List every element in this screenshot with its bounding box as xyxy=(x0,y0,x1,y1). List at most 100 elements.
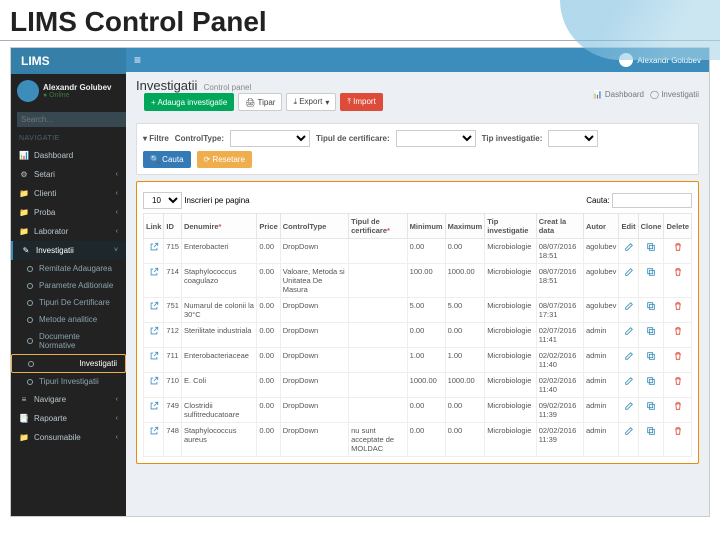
row-clone-button[interactable] xyxy=(638,398,664,423)
row-link-button[interactable] xyxy=(144,398,164,423)
cell-price: 0.00 xyxy=(257,348,280,373)
row-delete-button[interactable] xyxy=(664,239,692,264)
row-link-button[interactable] xyxy=(144,298,164,323)
data-table: Link ID Denumire* Price ControlType Tipu… xyxy=(143,213,692,457)
sidebar-item[interactable]: 📁Consumabile‹ xyxy=(11,428,126,447)
row-delete-button[interactable] xyxy=(664,423,692,457)
row-edit-button[interactable] xyxy=(619,239,638,264)
col-link[interactable]: Link xyxy=(144,214,164,239)
col-denumire[interactable]: Denumire* xyxy=(181,214,256,239)
sidebar-item[interactable]: 📁Clienti‹ xyxy=(11,184,126,203)
row-edit-button[interactable] xyxy=(619,423,638,457)
user-name: Alexandr Golubev xyxy=(43,83,111,92)
nav-icon: 📑 xyxy=(19,414,29,423)
sidebar-item-label: Laborator xyxy=(34,227,68,236)
cell-min: 0.00 xyxy=(407,323,445,348)
sidebar-item[interactable]: ⚙Setari‹ xyxy=(11,165,126,184)
row-clone-button[interactable] xyxy=(638,298,664,323)
sidebar-item[interactable]: 📁Proba‹ xyxy=(11,203,126,222)
sidebar-item[interactable]: 📑Rapoarte‹ xyxy=(11,409,126,428)
cell-autor: admin xyxy=(583,323,619,348)
filter-tip-select[interactable] xyxy=(548,130,598,147)
export-button[interactable]: ⤓ Export ▾ xyxy=(286,93,336,111)
col-max[interactable]: Maximum xyxy=(445,214,485,239)
sidebar-subitem[interactable]: Remitate Adaugarea xyxy=(11,260,126,277)
cell-min: 5.00 xyxy=(407,298,445,323)
sidebar-subitem[interactable]: Parametre Aditionale xyxy=(11,277,126,294)
breadcrumb-dashboard[interactable]: 📊 Dashboard xyxy=(593,90,644,99)
row-link-button[interactable] xyxy=(144,323,164,348)
col-id[interactable]: ID xyxy=(164,214,182,239)
add-investigatie-button[interactable]: + Adauga investigatie xyxy=(144,93,234,111)
row-clone-button[interactable] xyxy=(638,373,664,398)
brand-logo[interactable]: LIMS xyxy=(11,48,126,74)
row-link-button[interactable] xyxy=(144,239,164,264)
col-clone[interactable]: Clone xyxy=(638,214,664,239)
row-clone-button[interactable] xyxy=(638,423,664,457)
per-page-control: 10 Inscrieri pe pagina xyxy=(143,192,250,209)
chevron-left-icon: ‹ xyxy=(116,228,118,235)
cell-id: 715 xyxy=(164,239,182,264)
search-input[interactable] xyxy=(17,112,126,127)
col-min[interactable]: Minimum xyxy=(407,214,445,239)
row-edit-button[interactable] xyxy=(619,323,638,348)
row-delete-button[interactable] xyxy=(664,298,692,323)
import-button[interactable]: ⤒ Import xyxy=(340,93,382,111)
row-delete-button[interactable] xyxy=(664,264,692,298)
row-link-button[interactable] xyxy=(144,348,164,373)
filter-reset-button[interactable]: ⟳ Resetare xyxy=(197,151,252,168)
page-subtitle: Control panel xyxy=(204,83,252,92)
cell-autor: admin xyxy=(583,423,619,457)
col-price[interactable]: Price xyxy=(257,214,280,239)
row-clone-button[interactable] xyxy=(638,348,664,373)
col-creat[interactable]: Creat la data xyxy=(536,214,583,239)
sidebar-subitem[interactable]: Tipuri De Certificare xyxy=(11,294,126,311)
per-page-label: Inscrieri pe pagina xyxy=(184,196,249,205)
cell-creat: 08/07/2016 18:51 xyxy=(536,264,583,298)
sidebar-subitem[interactable]: Investigatii xyxy=(11,354,126,373)
cell-max: 0.00 xyxy=(445,239,485,264)
row-edit-button[interactable] xyxy=(619,373,638,398)
sidebar-subitem[interactable]: Documente Normative xyxy=(11,328,126,354)
col-edit[interactable]: Edit xyxy=(619,214,638,239)
filter-cert-select[interactable] xyxy=(396,130,476,147)
row-edit-button[interactable] xyxy=(619,398,638,423)
cell-min: 100.00 xyxy=(407,264,445,298)
row-delete-button[interactable] xyxy=(664,323,692,348)
per-page-select[interactable]: 10 xyxy=(143,192,182,209)
col-controltype[interactable]: ControlType xyxy=(280,214,348,239)
filter-search-button[interactable]: 🔍 Cauta xyxy=(143,151,191,168)
row-edit-button[interactable] xyxy=(619,264,638,298)
sidebar-item-investigatii[interactable]: ✎Investigatii ˅ xyxy=(11,241,126,260)
filter-controltype-select[interactable] xyxy=(230,130,310,147)
row-link-button[interactable] xyxy=(144,264,164,298)
sidebar-subitem[interactable]: Metode analitice xyxy=(11,311,126,328)
row-edit-button[interactable] xyxy=(619,348,638,373)
filter-cert-label: Tipul de certificare: xyxy=(316,134,390,143)
row-link-button[interactable] xyxy=(144,423,164,457)
row-delete-button[interactable] xyxy=(664,373,692,398)
filter-title[interactable]: ▾ Filtre xyxy=(143,134,169,143)
col-cert[interactable]: Tipul de certificare* xyxy=(349,214,408,239)
row-clone-button[interactable] xyxy=(638,239,664,264)
col-delete[interactable]: Delete xyxy=(664,214,692,239)
cell-tip: Microbiologie xyxy=(485,239,537,264)
cell-cert xyxy=(349,298,408,323)
col-tip[interactable]: Tip investigatie xyxy=(485,214,537,239)
sidebar-user[interactable]: Alexandr Golubev ● Online xyxy=(11,74,126,108)
row-delete-button[interactable] xyxy=(664,398,692,423)
print-button[interactable]: 🖨 Tipar xyxy=(238,93,282,111)
hamburger-icon[interactable]: ≡ xyxy=(134,53,141,67)
row-delete-button[interactable] xyxy=(664,348,692,373)
grid-search-input[interactable] xyxy=(612,193,692,208)
sidebar-subitem-label: Parametre Aditionale xyxy=(39,281,113,290)
sidebar-item[interactable]: ≡Navigare‹ xyxy=(11,390,126,409)
sidebar-item[interactable]: 📊Dashboard xyxy=(11,146,126,165)
row-clone-button[interactable] xyxy=(638,264,664,298)
row-clone-button[interactable] xyxy=(638,323,664,348)
col-autor[interactable]: Autor xyxy=(583,214,619,239)
row-edit-button[interactable] xyxy=(619,298,638,323)
sidebar-item[interactable]: 📁Laborator‹ xyxy=(11,222,126,241)
sidebar-subitem[interactable]: Tipuri Investigatii xyxy=(11,373,126,390)
row-link-button[interactable] xyxy=(144,373,164,398)
